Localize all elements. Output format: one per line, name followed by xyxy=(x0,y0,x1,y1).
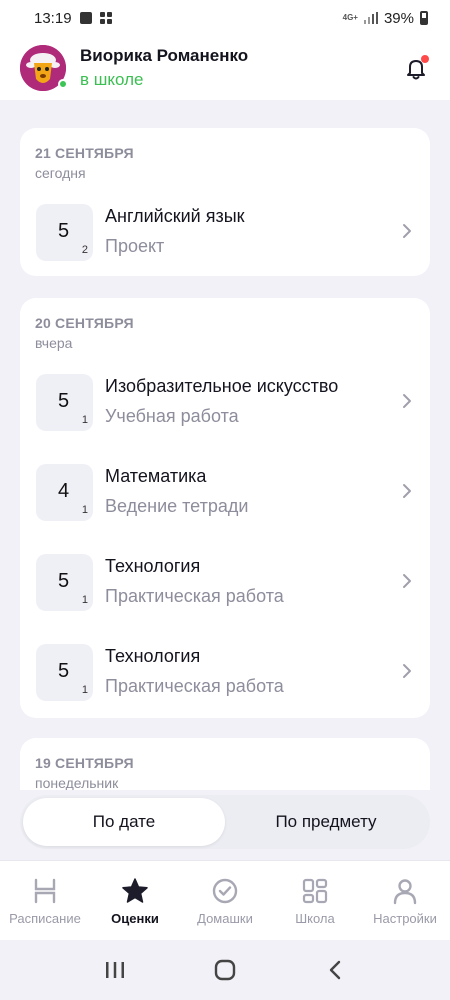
app-header: Виорика Романенко в школе xyxy=(0,36,450,100)
recent-apps-button[interactable] xyxy=(100,955,130,985)
day-card: 20 СЕНТЯБРЯ вчера 5 1 Изобразительное ис… xyxy=(20,298,430,718)
status-bar: 13:19 4G+ 39% xyxy=(0,0,450,36)
notifications-button[interactable] xyxy=(402,54,430,82)
day-card: 21 СЕНТЯБРЯ сегодня 5 2 Английский язык … xyxy=(20,128,430,276)
work-type: Практическая работа xyxy=(105,676,284,696)
grade-row[interactable]: 5 1 Технология Практическая работа xyxy=(20,548,430,618)
grade-value: 5 xyxy=(58,570,70,592)
chevron-right-icon xyxy=(403,664,411,678)
subject-name: Математика xyxy=(105,466,207,486)
back-button[interactable] xyxy=(320,955,350,985)
grade-badge: 5 1 xyxy=(36,554,93,611)
signal-icon xyxy=(363,12,378,24)
work-type: Ведение тетради xyxy=(105,496,249,516)
nav-settings[interactable]: Настройки xyxy=(360,861,450,940)
grade-badge: 5 2 xyxy=(36,204,93,261)
nav-homework[interactable]: Домашки xyxy=(180,861,270,940)
check-circle-icon xyxy=(212,878,238,904)
system-nav-bar xyxy=(0,940,450,1000)
grade-weight: 1 xyxy=(81,594,88,606)
checkbox-notification-icon xyxy=(79,12,92,24)
bottom-nav: Расписание Оценки Домашки Школа Настройк… xyxy=(0,860,450,940)
work-type: Проект xyxy=(105,236,165,256)
grade-row[interactable]: 5 2 Английский язык Проект xyxy=(20,198,430,268)
grade-value: 5 xyxy=(58,390,70,412)
grade-weight: 1 xyxy=(81,414,88,426)
day-relative: вчера xyxy=(35,335,73,351)
work-type: Учебная работа xyxy=(105,406,239,426)
grade-weight: 1 xyxy=(81,504,88,516)
status-time: 13:19 xyxy=(34,9,72,27)
nav-grades[interactable]: Оценки xyxy=(90,861,180,940)
battery-percent: 39% xyxy=(383,9,414,27)
day-card: 19 СЕНТЯБРЯ понедельник xyxy=(20,738,430,790)
day-relative: понедельник xyxy=(35,775,119,790)
grade-weight: 2 xyxy=(81,244,88,256)
app-notification-icon xyxy=(99,12,112,24)
grade-badge: 4 1 xyxy=(36,464,93,521)
chevron-right-icon xyxy=(403,484,411,498)
avatar[interactable] xyxy=(20,45,68,91)
nav-label: Школа xyxy=(295,911,335,926)
grade-value: 4 xyxy=(58,480,70,502)
star-icon xyxy=(122,878,148,903)
day-relative: сегодня xyxy=(35,165,86,181)
person-icon xyxy=(393,879,417,905)
grade-value: 5 xyxy=(58,220,70,242)
sort-by-subject-button[interactable]: По предмету xyxy=(225,798,427,846)
home-icon xyxy=(214,959,236,981)
user-status: в школе xyxy=(80,70,144,89)
user-name[interactable]: Виорика Романенко xyxy=(80,46,248,66)
nav-label: Домашки xyxy=(197,911,253,926)
day-date: 20 СЕНТЯБРЯ xyxy=(35,315,134,331)
sort-toggle: По дате По предмету xyxy=(20,795,430,849)
subject-name: Английский язык xyxy=(105,206,245,226)
nav-label: Оценки xyxy=(111,911,159,926)
grade-row[interactable]: 5 1 Технология Практическая работа xyxy=(20,638,430,708)
grade-value: 5 xyxy=(58,660,70,682)
chevron-right-icon xyxy=(403,224,411,238)
nav-label: Настройки xyxy=(373,911,437,926)
nav-school[interactable]: Школа xyxy=(270,861,360,940)
grade-row[interactable]: 4 1 Математика Ведение тетради xyxy=(20,458,430,528)
back-icon xyxy=(329,960,341,980)
online-indicator xyxy=(58,79,68,89)
home-button[interactable] xyxy=(210,955,240,985)
day-date: 19 СЕНТЯБРЯ xyxy=(35,755,134,771)
grid-icon xyxy=(302,878,328,904)
nav-label: Расписание xyxy=(9,911,81,926)
work-type: Практическая работа xyxy=(105,586,284,606)
grades-list[interactable]: 21 СЕНТЯБРЯ сегодня 5 2 Английский язык … xyxy=(0,100,450,790)
nav-schedule[interactable]: Расписание xyxy=(0,861,90,940)
grade-badge: 5 1 xyxy=(36,644,93,701)
subject-name: Технология xyxy=(105,646,201,666)
subject-name: Технология xyxy=(105,556,201,576)
recent-apps-icon xyxy=(106,962,124,978)
subject-name: Изобразительное искусство xyxy=(105,376,339,396)
schedule-icon xyxy=(34,878,56,904)
sort-by-date-button[interactable]: По дате xyxy=(23,798,225,846)
chevron-right-icon xyxy=(403,574,411,588)
network-type: 4G+ xyxy=(342,13,358,22)
grade-row[interactable]: 5 1 Изобразительное искусство Учебная ра… xyxy=(20,368,430,438)
notification-dot xyxy=(421,55,429,63)
battery-icon xyxy=(420,11,428,25)
day-date: 21 СЕНТЯБРЯ xyxy=(35,145,134,161)
grade-badge: 5 1 xyxy=(36,374,93,431)
chevron-right-icon xyxy=(403,394,411,408)
grade-weight: 1 xyxy=(81,684,88,696)
